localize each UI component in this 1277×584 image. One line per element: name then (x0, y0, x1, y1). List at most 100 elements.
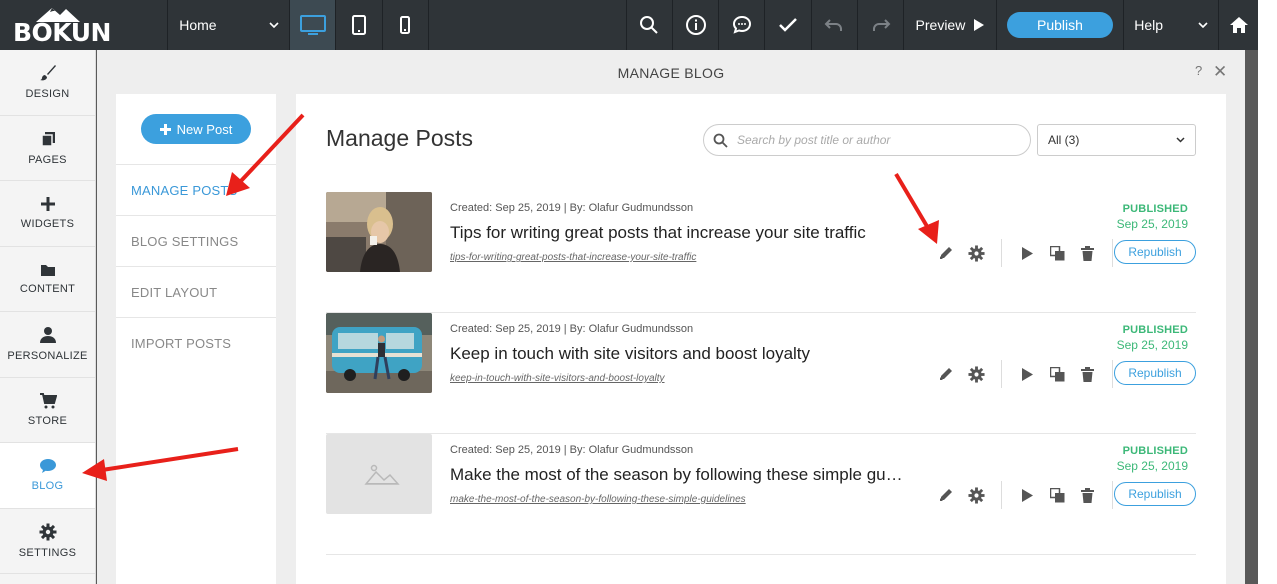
nav-item-settings[interactable]: SETTINGS (0, 509, 95, 574)
tablet-view-button[interactable] (336, 0, 383, 50)
post-slug-link[interactable]: tips-for-writing-great-posts-that-increa… (450, 252, 696, 263)
nav-item-pages[interactable]: PAGES (0, 116, 95, 181)
nav-item-design[interactable]: DESIGN (0, 50, 95, 116)
settings-button[interactable] (961, 244, 991, 262)
trash-icon (1080, 487, 1094, 503)
post-thumbnail[interactable] (326, 192, 432, 272)
blog-menu-list: MANAGE POSTS BLOG SETTINGS EDIT LAYOUT I… (116, 164, 276, 368)
duplicate-button[interactable] (1042, 245, 1072, 261)
republish-button[interactable]: Republish (1114, 361, 1196, 385)
preview-button[interactable]: Preview (904, 0, 997, 50)
edit-button[interactable] (931, 487, 961, 503)
nav-label: SETTINGS (18, 546, 77, 559)
user-icon (39, 327, 56, 344)
nav-label: PERSONALIZE (7, 350, 88, 363)
edit-button[interactable] (931, 366, 961, 382)
nav-item-store[interactable]: STORE (0, 378, 95, 443)
post-actions (931, 481, 1123, 509)
post-title[interactable]: Keep in touch with site visitors and boo… (450, 344, 934, 364)
duplicate-icon (1049, 245, 1064, 260)
nav-label: WIDGETS (20, 218, 75, 231)
manage-posts-panel: Manage Posts All (3) (296, 94, 1226, 584)
help-dropdown[interactable]: Help (1124, 0, 1220, 50)
search-input[interactable] (737, 133, 1017, 147)
nav-item-widgets[interactable]: WIDGETS (0, 181, 95, 247)
post-search-box[interactable] (703, 124, 1031, 156)
post-slug-link[interactable]: make-the-most-of-the-season-by-following… (450, 494, 746, 505)
post-row: Created: Sep 25, 2019 | By: Olafur Gudmu… (326, 434, 1196, 555)
preview-post-button[interactable] (1012, 488, 1042, 502)
info-button[interactable] (673, 0, 720, 50)
post-title[interactable]: Tips for writing great posts that increa… (450, 223, 934, 243)
nav-item-blog[interactable]: BLOG (0, 443, 95, 509)
delete-button[interactable] (1072, 245, 1102, 261)
comments-button[interactable] (719, 0, 766, 50)
blue-van-photo (326, 313, 432, 393)
left-navigation: DESIGN PAGES WIDGETS CONTENT PERSONALIZE… (0, 50, 96, 584)
image-placeholder-icon (326, 434, 432, 514)
info-icon (685, 15, 706, 35)
new-post-button[interactable]: New Post (141, 114, 251, 144)
desktop-view-button[interactable] (290, 0, 337, 50)
edit-button[interactable] (931, 245, 961, 261)
nav-item-personalize[interactable]: PERSONALIZE (0, 312, 95, 378)
post-thumbnail[interactable] (326, 313, 432, 393)
checkmark-icon (779, 18, 797, 32)
menu-item-import-posts[interactable]: IMPORT POSTS (116, 317, 276, 368)
undo-button[interactable] (812, 0, 858, 50)
nav-item-content[interactable]: CONTENT (0, 247, 95, 312)
publish-button[interactable]: Publish (1006, 12, 1113, 38)
modal-close-button[interactable]: ✕ (1213, 62, 1227, 82)
delete-button[interactable] (1072, 366, 1102, 382)
chevron-down-icon (1176, 137, 1185, 143)
post-thumbnail-placeholder[interactable] (326, 434, 432, 514)
trash-icon (1080, 245, 1094, 261)
home-button[interactable] (1219, 0, 1258, 50)
search-button[interactable] (627, 0, 673, 50)
background-canvas-edge (1245, 50, 1258, 584)
pencil-icon (940, 368, 952, 380)
new-post-label: New Post (176, 121, 233, 137)
check-button[interactable] (765, 0, 812, 50)
woman-coffee-photo (326, 192, 432, 272)
home-icon (1229, 17, 1248, 33)
preview-post-button[interactable] (1012, 246, 1042, 260)
republish-button[interactable]: Republish (1114, 240, 1196, 264)
duplicate-button[interactable] (1042, 366, 1072, 382)
post-slug-link[interactable]: keep-in-touch-with-site-visitors-and-boo… (450, 373, 665, 384)
search-icon (713, 133, 728, 148)
post-actions (931, 360, 1123, 388)
settings-button[interactable] (961, 365, 991, 383)
brush-icon (39, 65, 56, 81)
menu-item-edit-layout[interactable]: EDIT LAYOUT (116, 266, 276, 317)
menu-item-blog-settings[interactable]: BLOG SETTINGS (116, 215, 276, 266)
plus-icon (159, 123, 171, 135)
post-title[interactable]: Make the most of the season by following… (450, 465, 934, 485)
comment-icon (732, 15, 751, 34)
menu-item-manage-posts[interactable]: MANAGE POSTS (116, 164, 276, 215)
settings-button[interactable] (961, 486, 991, 504)
status-badge: PUBLISHED (1122, 445, 1188, 457)
pencil-icon (940, 247, 952, 259)
republish-button[interactable]: Republish (1114, 482, 1196, 506)
desktop-icon (299, 15, 326, 35)
undo-icon (824, 19, 843, 31)
gear-icon (39, 523, 56, 541)
modal-help-button[interactable]: ? (1195, 63, 1202, 78)
mobile-view-button[interactable] (383, 0, 429, 50)
nav-label: BLOG (31, 480, 64, 493)
play-icon (974, 19, 985, 31)
post-filter-select[interactable]: All (3) (1037, 124, 1196, 156)
redo-button[interactable] (858, 0, 905, 50)
post-date: Sep 25, 2019 (1116, 217, 1188, 231)
redo-icon (872, 19, 890, 31)
tablet-icon (351, 15, 366, 35)
window-edge (1258, 0, 1277, 584)
post-row: Created: Sep 25, 2019 | By: Olafur Gudmu… (326, 313, 1196, 434)
bokun-logo[interactable]: BÓKUN (0, 0, 169, 50)
page-select-dropdown[interactable]: Home (168, 0, 291, 50)
manage-blog-modal: MANAGE BLOG ? ✕ New Post MANAGE POSTS BL… (97, 50, 1245, 584)
delete-button[interactable] (1072, 487, 1102, 503)
duplicate-button[interactable] (1042, 487, 1072, 503)
preview-post-button[interactable] (1012, 367, 1042, 381)
